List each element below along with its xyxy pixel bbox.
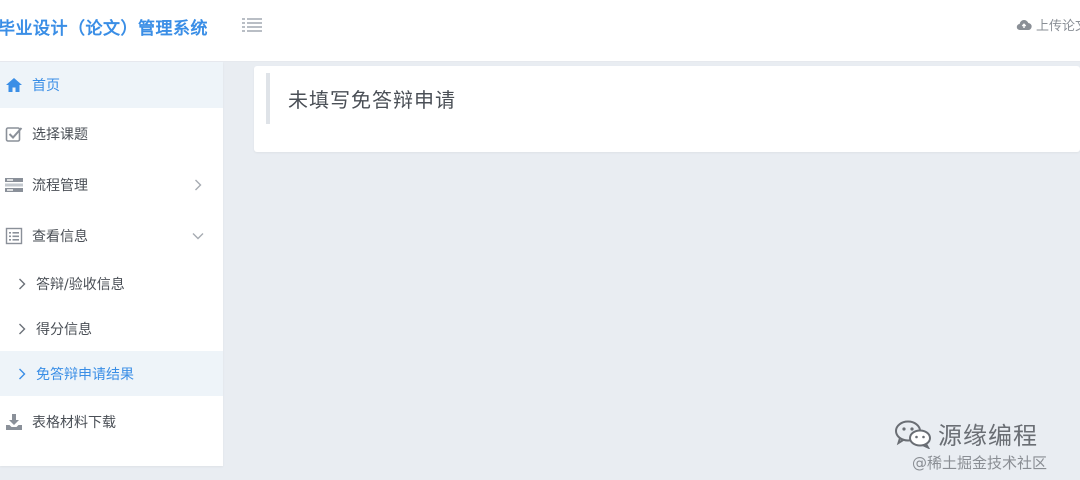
sidebar-item-label: 选择课题: [32, 126, 88, 143]
sidebar-item-label: 表格材料下载: [32, 414, 116, 431]
sidebar-subitem-score-info[interactable]: 得分信息: [0, 306, 223, 351]
upload-paper-link[interactable]: 上传论文: [1016, 15, 1080, 34]
sidebar-item-label: 流程管理: [32, 177, 88, 194]
info-list-icon: [4, 226, 24, 246]
sidebar-item-process[interactable]: 流程管理: [0, 159, 223, 210]
chevron-down-icon: [192, 230, 204, 242]
home-icon: [4, 75, 24, 95]
sidebar: 首页 选择课题 流程管理 查看信息 答辩/验收信息 得分信息 免答辩申请结果 表…: [0, 62, 223, 466]
sidebar-subitem-label: 得分信息: [36, 321, 92, 338]
sidebar-item-download-forms[interactable]: 表格材料下载: [0, 396, 223, 447]
cloud-upload-icon: [1016, 19, 1032, 30]
sidebar-subitem-exemption-result[interactable]: 免答辩申请结果: [0, 351, 223, 396]
sidebar-subitem-label: 免答辩申请结果: [36, 366, 134, 383]
sidebar-subitem-defense-info[interactable]: 答辩/验收信息: [0, 261, 223, 306]
content-card: 未填写免答辩申请: [254, 66, 1080, 152]
upload-paper-label: 上传论文: [1036, 19, 1080, 34]
watermark-brand: 源缘编程: [894, 416, 1038, 451]
sidebar-item-view-info[interactable]: 查看信息: [0, 210, 223, 261]
checkbox-icon: [4, 124, 24, 144]
wechat-icon: [895, 420, 931, 449]
app-title: 毕业设计（论文）管理系统: [0, 19, 208, 39]
sidebar-item-select-topic[interactable]: 选择课题: [0, 108, 223, 159]
list-icon: [242, 18, 262, 32]
sidebar-subitem-label: 答辩/验收信息: [36, 276, 125, 293]
watermark-brand-text: 源缘编程: [938, 422, 1038, 450]
sidebar-item-label: 查看信息: [32, 228, 88, 245]
chevron-right-icon: [16, 368, 28, 380]
download-icon: [4, 412, 24, 432]
chevron-right-icon: [16, 323, 28, 335]
sidebar-item-label: 首页: [32, 78, 60, 94]
exemption-notice: 未填写免答辩申请: [266, 73, 456, 124]
sidebar-item-home[interactable]: 首页: [0, 62, 223, 108]
chevron-right-icon: [16, 278, 28, 290]
chevron-right-icon: [192, 179, 204, 191]
top-header: 毕业设计（论文）管理系统 上传论文: [0, 0, 1080, 62]
menu-toggle-button[interactable]: [240, 14, 264, 36]
process-icon: [4, 175, 24, 195]
watermark-credit: @稀土掘金技术社区: [912, 454, 1048, 472]
